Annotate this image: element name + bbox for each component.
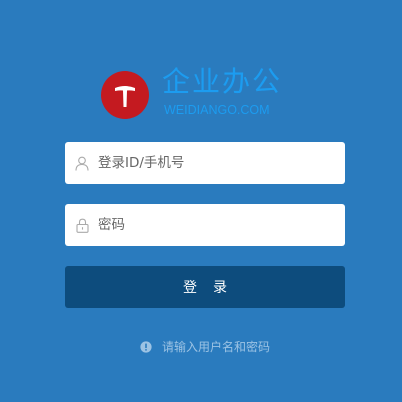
- user-icon: [74, 155, 90, 171]
- password-input[interactable]: [98, 217, 338, 233]
- login-button[interactable]: 登录: [65, 266, 345, 308]
- brand-title: 企业办公: [162, 65, 283, 98]
- exclamation-circle-icon: [140, 341, 152, 353]
- username-field[interactable]: [65, 142, 345, 184]
- t-logo-icon: [101, 71, 149, 119]
- brand-subtitle: WEIDIANGO.COM: [164, 103, 270, 117]
- password-field[interactable]: [65, 204, 345, 246]
- hint-message: 请输入用户名和密码: [140, 340, 270, 354]
- lock-icon: [74, 217, 90, 233]
- hint-text: 请输入用户名和密码: [162, 340, 271, 354]
- username-input[interactable]: [98, 155, 338, 171]
